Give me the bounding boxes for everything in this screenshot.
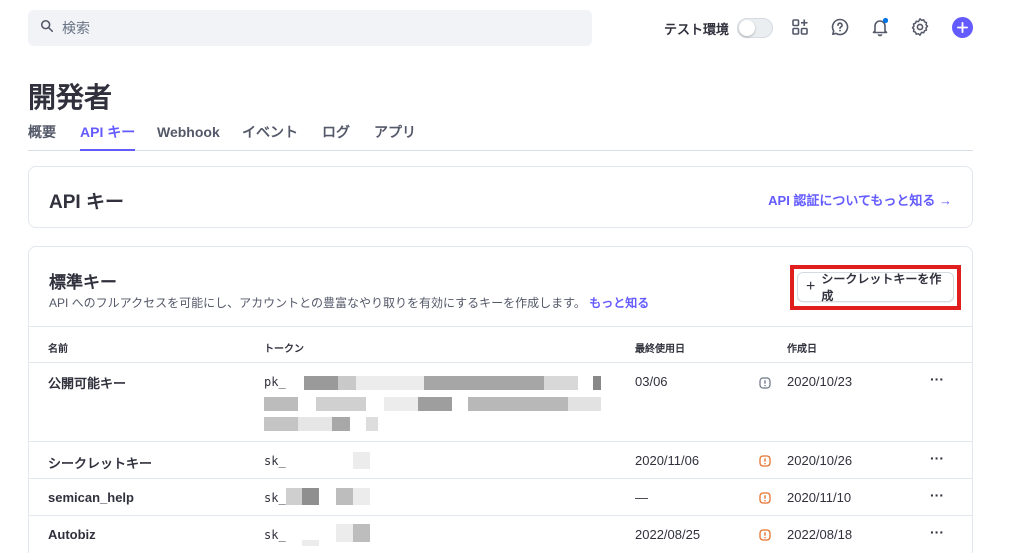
table-row[interactable]: Autobiz sk_ 2022/08/25 2022/08/18 ··· — [28, 516, 973, 553]
column-header-last-used: 最終使用日 — [635, 344, 685, 355]
last-used-date: 03/06 — [635, 374, 668, 389]
warning-icon[interactable] — [759, 528, 771, 541]
learn-more-link[interactable]: もっと知る — [589, 296, 649, 310]
test-mode-toggle[interactable] — [737, 18, 774, 38]
redacted-token — [286, 488, 302, 505]
info-icon[interactable] — [759, 376, 771, 389]
row-menu-button[interactable]: ··· — [930, 524, 944, 540]
created-date: 2020/10/23 — [787, 374, 853, 389]
redacted-token — [336, 524, 353, 542]
redacted-token — [336, 488, 353, 505]
tab-events[interactable]: イベント — [242, 122, 298, 151]
test-mode-control[interactable]: テスト環境 — [664, 14, 774, 42]
redacted-token — [304, 376, 338, 390]
redacted-token — [302, 488, 319, 505]
toggle-knob — [739, 20, 756, 36]
column-header-name: 名前 — [48, 344, 68, 355]
created-date: 2020/10/26 — [787, 453, 853, 468]
key-token[interactable]: sk_ — [264, 528, 286, 542]
created-date: 2020/11/10 — [787, 490, 852, 505]
warning-icon[interactable] — [759, 454, 771, 467]
tab-api-keys[interactable]: API キー — [80, 122, 136, 151]
redacted-token — [468, 397, 568, 411]
create-secret-key-button[interactable]: + シークレットキーを作成 — [797, 272, 954, 303]
redacted-token — [353, 452, 370, 469]
gear-icon[interactable] — [910, 17, 930, 37]
description-text: API へのフルアクセスを可能にし、アカウントとの豊富なやり取りを有効にするキー… — [49, 296, 586, 310]
key-name: Autobiz — [48, 527, 96, 542]
column-header-token: トークン — [264, 344, 304, 355]
plus-icon — [957, 22, 968, 33]
warning-icon[interactable] — [759, 491, 771, 504]
last-used-date: — — [635, 490, 648, 505]
redacted-token — [568, 397, 601, 411]
key-token[interactable]: pk_ — [264, 375, 286, 389]
plus-icon: + — [806, 278, 816, 295]
tab-apps[interactable]: アプリ — [374, 122, 416, 151]
api-keys-card: API キー API 認証についてもっと知る → — [28, 166, 973, 228]
test-mode-label: テスト環境 — [664, 21, 730, 37]
help-icon[interactable] — [830, 17, 850, 37]
redacted-token — [302, 540, 319, 546]
create-new-button[interactable] — [952, 17, 973, 38]
redacted-token — [332, 417, 350, 431]
search-icon — [40, 19, 54, 38]
last-used-date: 2020/11/06 — [635, 453, 700, 468]
redacted-token — [593, 376, 601, 390]
created-date: 2022/08/18 — [787, 527, 853, 542]
tab-overview[interactable]: 概要 — [28, 122, 56, 151]
tab-logs[interactable]: ログ — [322, 122, 350, 151]
standard-keys-heading: 標準キー — [49, 273, 117, 292]
search-input[interactable] — [62, 20, 542, 36]
table-row[interactable]: シークレットキー sk_ 2020/11/06 2020/10/26 ··· — [28, 442, 973, 479]
key-name: 公開可能キー — [48, 376, 127, 391]
search-bar[interactable] — [28, 10, 592, 46]
redacted-token — [264, 397, 298, 411]
redacted-token — [418, 397, 452, 411]
standard-keys-description: API へのフルアクセスを可能にし、アカウントとの豊富なやり取りを有効にするキー… — [49, 294, 649, 311]
row-menu-button[interactable]: ··· — [930, 487, 944, 503]
column-header-created: 作成日 — [787, 344, 817, 355]
api-auth-learn-more-link[interactable]: API 認証についてもっと知る → — [768, 190, 952, 209]
redacted-token — [356, 376, 424, 390]
redacted-token — [544, 376, 578, 390]
table-row[interactable]: 公開可能キー pk_ 03/06 2020/10/23 ··· — [28, 363, 973, 442]
row-menu-button[interactable]: ··· — [930, 371, 944, 387]
redacted-token — [353, 524, 370, 542]
row-menu-button[interactable]: ··· — [930, 450, 944, 466]
tab-webhook[interactable]: Webhook — [157, 122, 220, 151]
key-token[interactable]: sk_ — [264, 491, 286, 505]
api-keys-heading: API キー — [49, 192, 124, 213]
redacted-token — [298, 417, 332, 431]
last-used-date: 2022/08/25 — [635, 527, 701, 542]
page-title: 開発者 — [28, 82, 113, 113]
key-name: シークレットキー — [48, 456, 153, 471]
tab-bar: 概要 API キー Webhook イベント ログ アプリ — [28, 122, 973, 151]
redacted-token — [264, 417, 298, 431]
create-secret-key-label: シークレットキーを作成 — [821, 272, 942, 303]
redacted-token — [366, 417, 378, 431]
keys-table-header: 名前 トークン 最終使用日 作成日 — [28, 326, 973, 363]
key-token[interactable]: sk_ — [264, 454, 286, 468]
apps-icon[interactable] — [790, 17, 810, 37]
key-name: semican_help — [48, 490, 134, 505]
redacted-token — [316, 397, 366, 411]
redacted-token — [424, 376, 544, 390]
table-row[interactable]: semican_help sk_ — 2020/11/10 ··· — [28, 479, 973, 516]
redacted-token — [353, 488, 370, 505]
bell-icon[interactable] — [870, 17, 890, 37]
